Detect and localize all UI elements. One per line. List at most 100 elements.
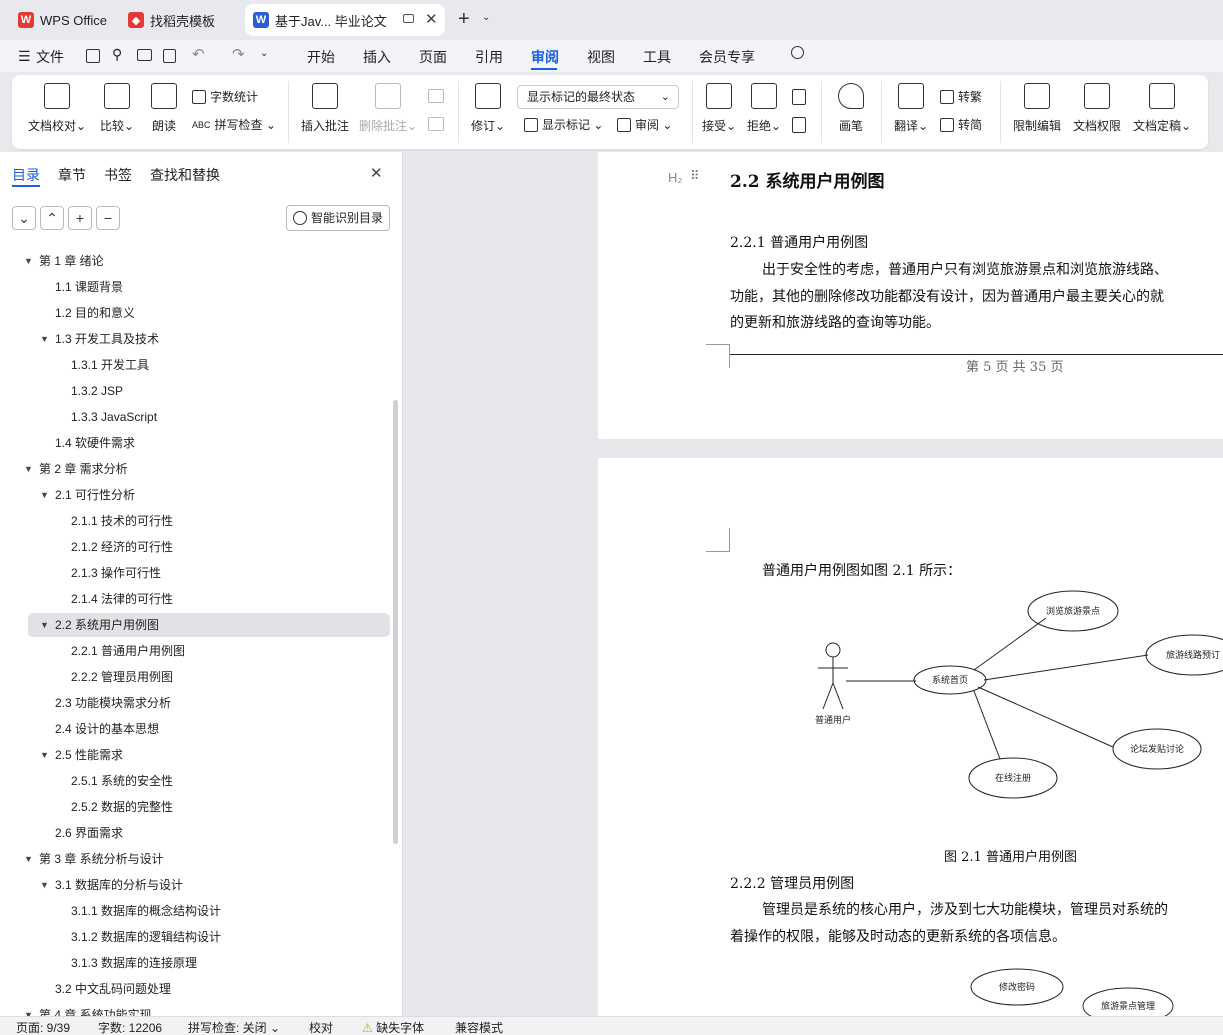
redo-icon[interactable]: ↷	[232, 45, 245, 63]
save-icon[interactable]	[86, 49, 100, 63]
toc-item[interactable]: ▼ 第 2 章 需求分析	[0, 457, 390, 481]
spell-check-button[interactable]: ABC 拼写检查 ⌄	[192, 116, 276, 133]
toc-item[interactable]: 2.3 功能模块需求分析	[0, 691, 390, 715]
translate-button[interactable]: 翻译⌄	[892, 83, 930, 134]
print-icon[interactable]	[137, 49, 152, 61]
toc-item[interactable]: 3.1.2 数据库的逻辑结构设计	[0, 925, 390, 949]
add-level-button[interactable]: +	[68, 206, 92, 230]
chevron-down-icon[interactable]: ⌄	[482, 12, 490, 23]
tab-bookmarks[interactable]: 书签	[104, 165, 132, 185]
prev-revision-icon[interactable]	[792, 89, 806, 105]
to-traditional-button[interactable]: 转繁	[940, 88, 982, 105]
drag-handle-icon[interactable]: ⠿	[690, 168, 700, 184]
expand-arrow-icon[interactable]: ▼	[40, 873, 49, 897]
menu-file[interactable]: 文件	[36, 47, 64, 67]
toc-item[interactable]: ▼ 1.3 开发工具及技术	[0, 327, 390, 351]
expand-arrow-icon[interactable]: ▼	[24, 457, 33, 481]
toc-item[interactable]: 3.1.1 数据库的概念结构设计	[0, 899, 390, 923]
toc-item[interactable]: ▼ 3.1 数据库的分析与设计	[0, 873, 390, 897]
toc-item[interactable]: 1.4 软硬件需求	[0, 431, 390, 455]
expand-arrow-icon[interactable]: ▼	[24, 1003, 33, 1016]
smart-toc-button[interactable]: 智能识别目录	[286, 205, 390, 231]
search-icon[interactable]	[791, 46, 804, 59]
review-pane-button[interactable]: 审阅 ⌄	[617, 116, 672, 133]
tab-chapters[interactable]: 章节	[58, 165, 86, 185]
more-icon[interactable]: ⌄	[260, 48, 268, 59]
proofread-status[interactable]: 校对	[309, 1019, 333, 1035]
menu-tools[interactable]: 工具	[643, 47, 671, 67]
delete-comment-button[interactable]: 删除批注⌄	[359, 83, 417, 134]
toc-item[interactable]: 2.4 设计的基本思想	[0, 717, 390, 741]
toc-item[interactable]: 2.6 界面需求	[0, 821, 390, 845]
accept-button[interactable]: 接受⌄	[700, 83, 738, 134]
tab-toc[interactable]: 目录	[12, 165, 40, 185]
toc-item[interactable]: ▼ 第 1 章 绪论	[0, 249, 390, 273]
preview-icon[interactable]	[163, 49, 176, 63]
tab-document[interactable]: W 基于Jav... 毕业论文 ✕	[245, 4, 445, 36]
toc-item[interactable]: ▼ 2.1 可行性分析	[0, 483, 390, 507]
markup-state-dropdown[interactable]: 显示标记的最终状态 ⌄	[517, 85, 679, 109]
restrict-edit-button[interactable]: 限制编辑	[1010, 83, 1064, 134]
collapse-up-button[interactable]: ⌃	[40, 206, 64, 230]
toc-item[interactable]: 2.5.1 系统的安全性	[0, 769, 390, 793]
missing-font-status[interactable]: ⚠ 缺失字体	[362, 1019, 424, 1035]
toc-item[interactable]: 2.1.3 操作可行性	[0, 561, 390, 585]
read-aloud-button[interactable]: 朗读	[147, 83, 181, 134]
doc-check-button[interactable]: 文档校对⌄	[28, 83, 86, 134]
toc-item[interactable]: 3.2 中文乱码问题处理	[0, 977, 390, 1001]
toc-item[interactable]: 3.1.3 数据库的连接原理	[0, 951, 390, 975]
expand-arrow-icon[interactable]: ▼	[24, 847, 33, 871]
toc-item[interactable]: ▼ 第 3 章 系统分析与设计	[0, 847, 390, 871]
insert-comment-button[interactable]: 插入批注	[299, 83, 351, 134]
remove-level-button[interactable]: −	[96, 206, 120, 230]
show-markup-button[interactable]: 显示标记 ⌄	[524, 116, 603, 133]
expand-arrow-icon[interactable]: ▼	[40, 613, 49, 637]
next-comment-icon[interactable]	[428, 117, 444, 131]
toc-item[interactable]: 1.3.2 JSP	[0, 379, 390, 403]
compare-button[interactable]: 比较⌄	[96, 83, 138, 134]
toc-item[interactable]: 1.3.3 JavaScript	[0, 405, 390, 429]
doc-permission-button[interactable]: 文档权限	[1070, 83, 1124, 134]
menu-view[interactable]: 视图	[587, 47, 615, 67]
undo-icon[interactable]: ↶	[192, 45, 205, 63]
toc-item[interactable]: 2.1.2 经济的可行性	[0, 535, 390, 559]
share-icon[interactable]: ⚲	[112, 46, 122, 63]
toc-item[interactable]: 2.2.1 普通用户用例图	[0, 639, 390, 663]
expand-down-button[interactable]: ⌄	[12, 206, 36, 230]
finalize-button[interactable]: 文档定稿⌄	[1130, 83, 1194, 134]
menu-insert[interactable]: 插入	[363, 47, 391, 67]
window-icon[interactable]	[403, 14, 414, 23]
hamburger-icon[interactable]: ☰	[18, 48, 31, 65]
toc-item[interactable]: 2.1.4 法律的可行性	[0, 587, 390, 611]
next-revision-icon[interactable]	[792, 117, 806, 133]
prev-comment-icon[interactable]	[428, 89, 444, 103]
toc-item[interactable]: ▼ 2.2 系统用户用例图	[28, 613, 390, 637]
revise-button[interactable]: 修订⌄	[468, 83, 508, 134]
close-tab-icon[interactable]: ✕	[425, 10, 438, 28]
tab-wps-office[interactable]: W WPS Office	[10, 4, 112, 36]
toc-item[interactable]: 2.2.2 管理员用例图	[0, 665, 390, 689]
toc-item[interactable]: 2.5.2 数据的完整性	[0, 795, 390, 819]
menu-page[interactable]: 页面	[419, 47, 447, 67]
toc-item[interactable]: 1.2 目的和意义	[0, 301, 390, 325]
menu-home[interactable]: 开始	[307, 47, 335, 67]
expand-arrow-icon[interactable]: ▼	[24, 249, 33, 273]
toc-item[interactable]: 1.3.1 开发工具	[0, 353, 390, 377]
toc-scrollbar[interactable]	[393, 400, 398, 844]
word-count-button[interactable]: 字数统计	[192, 88, 258, 105]
menu-review[interactable]: 审阅	[531, 47, 559, 67]
menu-references[interactable]: 引用	[475, 47, 503, 67]
expand-arrow-icon[interactable]: ▼	[40, 743, 49, 767]
toc-item[interactable]: ▼ 第 4 章 系统功能实现	[0, 1003, 390, 1016]
toc-item[interactable]: ▼ 2.5 性能需求	[0, 743, 390, 767]
tab-docer-templates[interactable]: ◆ 找稻壳模板	[120, 4, 238, 36]
reject-button[interactable]: 拒绝⌄	[745, 83, 783, 134]
expand-arrow-icon[interactable]: ▼	[40, 483, 49, 507]
tab-find-replace[interactable]: 查找和替换	[150, 165, 220, 185]
toc-item[interactable]: 2.1.1 技术的可行性	[0, 509, 390, 533]
toc-item[interactable]: 1.1 课题背景	[0, 275, 390, 299]
new-tab-icon[interactable]: +	[458, 8, 470, 31]
menu-member[interactable]: 会员专享	[699, 47, 755, 67]
expand-arrow-icon[interactable]: ▼	[40, 327, 49, 351]
page-indicator[interactable]: 页面: 9/39	[16, 1019, 70, 1035]
